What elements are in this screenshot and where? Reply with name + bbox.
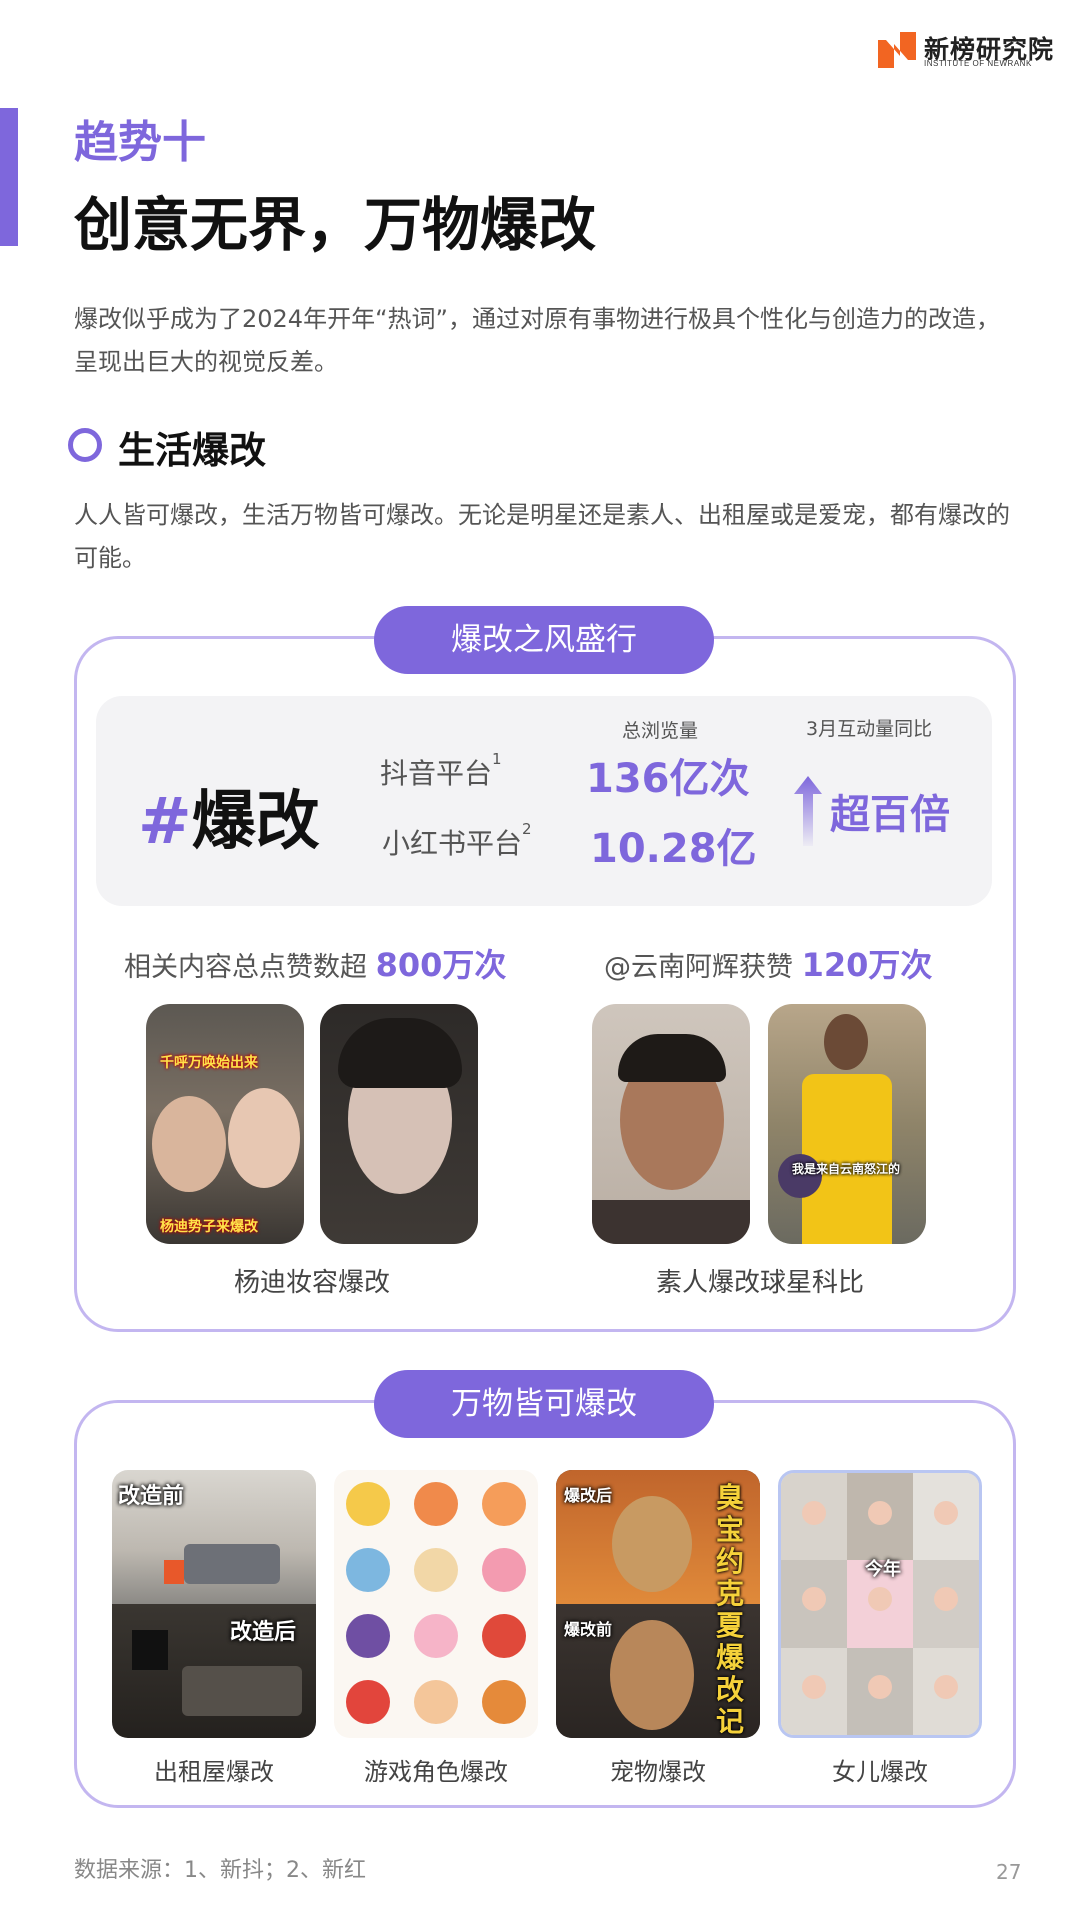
panel-title-pill: 爆改之风盛行 bbox=[374, 606, 714, 674]
footnote-marker: 1 bbox=[492, 750, 502, 768]
intro-paragraph: 爆改似乎成为了2024年开年“热词”，通过对原有事物进行极具个性化与创造力的改造… bbox=[74, 305, 1000, 376]
logo-subtext: INSTITUTE OF NEWRANK bbox=[924, 59, 1032, 68]
likes-left: 相关内容总点赞数超 800万次 bbox=[124, 940, 506, 986]
caption-yangdi: 杨迪妆容爆改 bbox=[234, 1268, 391, 1298]
shirt-shape bbox=[592, 1200, 750, 1244]
room-before-label: 改造前 bbox=[118, 1484, 185, 1509]
photo-caption-top: 千呼万唤始出来 bbox=[160, 1055, 258, 1071]
growth-value: 超百倍 bbox=[830, 792, 950, 838]
photo-caption-bottom: 杨迪势子来爆改 bbox=[160, 1219, 258, 1235]
face-shape bbox=[152, 1096, 226, 1192]
photo-amateur-kobe: 我是来自云南怒江的 bbox=[768, 1004, 926, 1244]
caption-game: 游戏角色爆改 bbox=[364, 1758, 508, 1786]
likes-left-text: 相关内容总点赞数超 bbox=[124, 952, 367, 983]
face-shape bbox=[228, 1088, 300, 1188]
likes-right-text: @云南阿辉获赞 bbox=[604, 952, 793, 983]
caption-daughter: 女儿爆改 bbox=[832, 1758, 928, 1786]
platform-douyin: 抖音平台1 bbox=[380, 750, 502, 792]
hashtag-text: 爆改 bbox=[191, 785, 320, 859]
room-after-label: 改造后 bbox=[230, 1620, 297, 1645]
game-characters-grid bbox=[346, 1482, 526, 1724]
photo-yangdi-makeup bbox=[320, 1004, 478, 1244]
hashtag-symbol: # bbox=[138, 785, 192, 859]
newrank-logo: 新榜研究院 INSTITUTE OF NEWRANK bbox=[878, 28, 1058, 72]
pet-before-label: 爆改前 bbox=[564, 1620, 613, 1639]
hair-shape bbox=[618, 1034, 726, 1082]
views-douyin: 136亿次 bbox=[586, 756, 750, 802]
data-source-note: 数据来源：1、新抖；2、新红 bbox=[74, 1858, 366, 1883]
bed-shape bbox=[184, 1544, 280, 1584]
photo-amateur-before bbox=[592, 1004, 750, 1244]
section-title: 生活爆改 bbox=[118, 429, 266, 472]
section-description: 人人皆可爆改，生活万物皆可爆改。无论是明星还是素人、出租屋或是爱宠，都有爆改的可… bbox=[74, 501, 1010, 572]
likes-left-value: 800万次 bbox=[375, 946, 507, 984]
dog-shape bbox=[612, 1496, 692, 1592]
newrank-logo-icon bbox=[878, 32, 916, 68]
thumb-game-characters bbox=[334, 1470, 538, 1738]
views-xiaohongshu: 10.28亿 bbox=[590, 826, 757, 872]
daughter-collage bbox=[781, 1473, 979, 1735]
trend-label: 趋势十 bbox=[74, 117, 206, 168]
stool-shape bbox=[164, 1560, 184, 1584]
platform-xiaohongshu: 小红书平台2 bbox=[382, 820, 532, 862]
likes-right-value: 120万次 bbox=[801, 946, 933, 984]
thumb-daughter: 今年 bbox=[778, 1470, 982, 1738]
page-title: 创意无界，万物爆改 bbox=[74, 191, 597, 259]
accent-bar bbox=[0, 108, 18, 246]
bed-shape bbox=[182, 1666, 302, 1716]
views-header: 总浏览量 bbox=[622, 720, 699, 742]
platform-name: 抖音平台 bbox=[380, 757, 493, 790]
dog-shape bbox=[610, 1620, 694, 1730]
panel-title-pill: 万物皆可爆改 bbox=[374, 1370, 714, 1438]
jersey-shape bbox=[802, 1074, 892, 1244]
section-circle-icon bbox=[68, 428, 102, 462]
page-number: 27 bbox=[996, 1860, 1022, 1884]
pet-vertical-title: 臭宝约克夏爆改记 bbox=[716, 1481, 745, 1738]
up-arrow-icon bbox=[794, 776, 822, 846]
platform-name: 小红书平台 bbox=[382, 827, 523, 860]
photo-caption: 我是来自云南怒江的 bbox=[792, 1162, 901, 1176]
caption-rental: 出租屋爆改 bbox=[154, 1758, 274, 1786]
daughter-label: 今年 bbox=[865, 1559, 901, 1580]
growth-header: 3月互动量同比 bbox=[806, 718, 933, 740]
hair-shape bbox=[338, 1018, 462, 1088]
photo-yangdi-selfie: 千呼万唤始出来 杨迪势子来爆改 bbox=[146, 1004, 304, 1244]
hashtag: #爆改 bbox=[138, 770, 320, 862]
thumb-rental-room: 改造前 改造后 bbox=[112, 1470, 316, 1738]
poster-shape bbox=[132, 1630, 168, 1670]
pet-after-label: 爆改后 bbox=[564, 1486, 613, 1505]
likes-right: @云南阿辉获赞 120万次 bbox=[604, 940, 932, 986]
footnote-marker: 2 bbox=[522, 820, 532, 838]
caption-amateur: 素人爆改球星科比 bbox=[656, 1268, 865, 1298]
thumb-pet: 爆改后 爆改前 臭宝约克夏爆改记 bbox=[556, 1470, 760, 1738]
caption-pet: 宠物爆改 bbox=[610, 1758, 706, 1786]
face-shape bbox=[824, 1014, 868, 1070]
